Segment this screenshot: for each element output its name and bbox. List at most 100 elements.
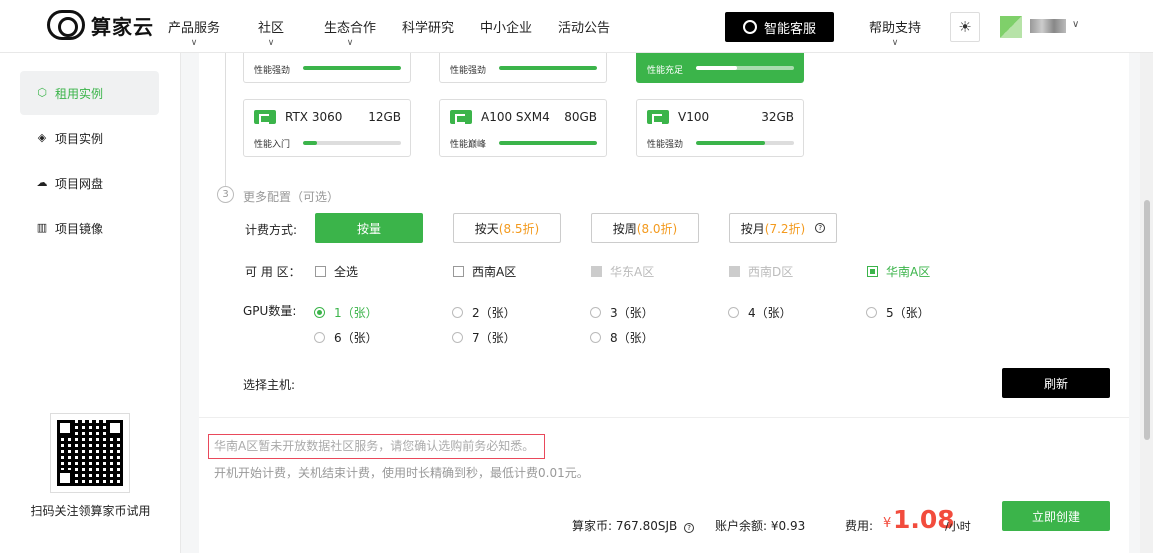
- billing-option-monthly[interactable]: 按月 (7.2折) ?: [729, 213, 837, 243]
- cube-icon: ⬡: [37, 86, 47, 99]
- avatar[interactable]: [1000, 16, 1022, 38]
- sidebar-item-label: 项目实例: [55, 131, 104, 146]
- brand-logo[interactable]: 算家云: [47, 10, 154, 40]
- radio-dot: [590, 307, 601, 318]
- billing-option-label: 按天: [474, 221, 499, 236]
- region-checkbox-all[interactable]: 全选: [315, 263, 358, 280]
- gpu-count-radio-6[interactable]: 6（张）: [314, 329, 378, 346]
- nav-ecosystem[interactable]: 生态合作 ∨: [324, 17, 376, 48]
- gpu-card[interactable]: 性能强劲: [243, 53, 411, 83]
- gpu-count-radio-5[interactable]: 5（张）: [866, 304, 930, 321]
- create-label: 立即创建: [1031, 509, 1080, 524]
- billing-option-label: 按量: [356, 221, 381, 236]
- qr-caption: 扫码关注领算家币试用: [30, 504, 151, 518]
- billing-label: 计费方式:: [245, 223, 298, 237]
- nav-products[interactable]: 产品服务 ∨: [168, 17, 220, 48]
- gpu-card-v100[interactable]: V100 32GB 性能强劲: [636, 99, 804, 157]
- radio-label: 8（张）: [610, 331, 654, 345]
- nav-label: 产品服务: [168, 21, 221, 36]
- divider: [199, 417, 1129, 418]
- sidebar-item-label: 项目网盘: [55, 176, 104, 191]
- checkbox-box: [867, 266, 878, 277]
- sidebar: ⬡ 租用实例 ◈ 项目实例 ☁ 项目网盘 ▥ 项目镜像 扫码关注领算家币试用: [0, 53, 181, 553]
- balance-value: ¥0.93: [770, 519, 806, 533]
- region-warning: 华南A区暂未开放数据社区服务，请您确认选购前务必知悉。: [208, 434, 545, 459]
- gpu-card-rtx3060[interactable]: RTX 3060 12GB 性能入门: [243, 99, 411, 157]
- smart-service-button[interactable]: 智能客服: [725, 12, 834, 42]
- gpu-count-radio-2[interactable]: 2（张）: [452, 304, 516, 321]
- region-option-label: 华东A区: [610, 265, 655, 279]
- region-label: 可 用 区：: [245, 265, 301, 279]
- balance-label: 账户余额:: [715, 519, 768, 533]
- image-icon: ▥: [36, 221, 48, 234]
- sidebar-item-rent-instance[interactable]: ⬡ 租用实例: [20, 71, 159, 115]
- step-number: 3: [217, 186, 234, 203]
- region-checkbox-southwest-a[interactable]: 西南A区: [453, 263, 516, 280]
- radio-dot: [866, 307, 877, 318]
- billing-option-usage[interactable]: 按量: [315, 213, 423, 243]
- billing-option-weekly[interactable]: 按周 (8.0折): [591, 213, 699, 243]
- gpu-count-radio-4[interactable]: 4（张）: [728, 304, 792, 321]
- gpu-icon: [254, 110, 276, 124]
- fee-label: 费用:: [845, 519, 874, 533]
- sidebar-item-label: 项目镜像: [55, 221, 104, 236]
- gpu-count-radio-8[interactable]: 8（张）: [590, 329, 654, 346]
- gpu-perf-bar: [303, 141, 401, 145]
- gpu-count-radio-7[interactable]: 7（张）: [452, 329, 516, 346]
- help-icon[interactable]: ?: [815, 223, 826, 233]
- qr-finder: [57, 470, 73, 486]
- radio-label: 1（张）: [334, 306, 378, 320]
- username-blurred[interactable]: [1030, 19, 1066, 33]
- gpu-memory: 80GB: [564, 110, 597, 124]
- layers-icon: ◈: [37, 131, 47, 144]
- create-now-button[interactable]: 立即创建: [1002, 501, 1110, 531]
- gpu-count-radio-3[interactable]: 3（张）: [590, 304, 654, 321]
- host-label: 选择主机:: [243, 378, 296, 392]
- service-label: 智能客服: [763, 21, 816, 37]
- radio-label: 7（张）: [472, 331, 516, 345]
- gpu-count-radio-1[interactable]: 1（张）: [314, 304, 378, 321]
- theme-toggle-button[interactable]: ☀: [950, 12, 980, 42]
- chevron-down-icon: ∨: [346, 38, 354, 48]
- refresh-button[interactable]: 刷新: [1002, 368, 1110, 398]
- region-checkbox-southwest-d: 西南D区: [729, 263, 793, 280]
- sidebar-item-project-image[interactable]: ▥ 项目镜像: [20, 206, 159, 250]
- nav-label: 中小企业: [480, 21, 533, 36]
- radio-dot: [452, 307, 463, 318]
- nav-sme[interactable]: 中小企业: [480, 17, 532, 36]
- nav-research[interactable]: 科学研究: [402, 17, 454, 36]
- billing-option-daily[interactable]: 按天 (8.5折): [453, 213, 561, 243]
- nav-help[interactable]: 帮助支持 ∨: [869, 17, 921, 48]
- gpu-card[interactable]: 性能强劲: [439, 53, 607, 83]
- nav-label: 生态合作: [324, 21, 377, 36]
- qr-finder: [57, 420, 73, 436]
- sidebar-item-project-instance[interactable]: ◈ 项目实例: [20, 116, 159, 160]
- nav-events[interactable]: 活动公告: [558, 17, 610, 36]
- gpu-memory: 12GB: [368, 110, 401, 124]
- sidebar-item-project-disk[interactable]: ☁ 项目网盘: [20, 161, 159, 205]
- region-option-label: 西南D区: [748, 265, 794, 279]
- gpu-card-a100[interactable]: A100 SXM4 80GB 性能巅峰: [439, 99, 607, 157]
- sidebar-item-label: 租用实例: [55, 86, 104, 101]
- radio-dot: [314, 307, 325, 318]
- chevron-down-icon[interactable]: ∨: [1072, 19, 1079, 30]
- gpu-count-label: GPU数量:: [243, 304, 297, 318]
- nav-label: 社区: [258, 21, 285, 36]
- checkbox-box: [729, 266, 740, 277]
- billing-note: 开机开始计费，关机结束计费，使用时长精确到秒，最低计费0.01元。: [214, 466, 589, 480]
- account-balance: 账户余额: ¥0.93: [715, 517, 805, 534]
- qr-pattern: [57, 420, 123, 486]
- top-header: 算家云 产品服务 ∨ 社区 ∨ 生态合作 ∨ 科学研究 中小企业 活动公告 智能…: [0, 0, 1153, 53]
- help-icon[interactable]: ?: [684, 523, 695, 533]
- nav-community[interactable]: 社区 ∨: [258, 17, 284, 48]
- scrollbar-thumb[interactable]: [1144, 200, 1150, 440]
- chevron-down-icon: ∨: [267, 38, 275, 48]
- region-checkbox-south-a[interactable]: 华南A区: [867, 263, 930, 280]
- gpu-perf-bar: [303, 66, 401, 70]
- coins-label: 算家币:: [572, 519, 613, 533]
- gpu-card-selected[interactable]: 性能充足: [636, 53, 804, 83]
- cloud-disk-icon: ☁: [36, 176, 48, 189]
- coin-balance: 算家币: 767.80SJB ?: [572, 517, 695, 534]
- gpu-icon: [647, 110, 669, 124]
- checkbox-box: [453, 266, 464, 277]
